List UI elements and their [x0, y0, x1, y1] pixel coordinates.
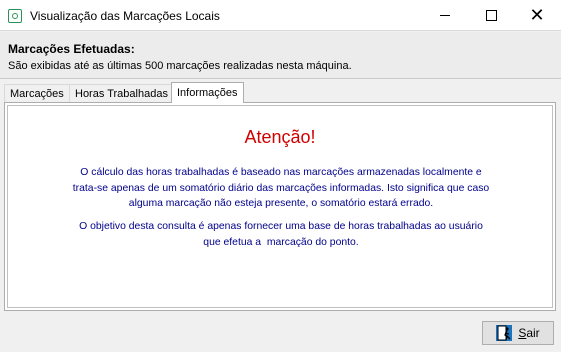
close-icon: ✕ [529, 5, 545, 25]
exit-button-label: Sair [518, 326, 540, 340]
title-bar: Visualização das Marcações Locais ✕ [0, 0, 561, 31]
close-button[interactable]: ✕ [514, 0, 560, 31]
exit-button[interactable]: Sair [482, 321, 554, 345]
info-panel: Atenção! O cálculo das horas trabalhadas… [7, 105, 553, 308]
attention-heading: Atenção! [244, 127, 316, 147]
bottom-bar: Sair [0, 312, 561, 352]
tab-horas-trabalhadas[interactable]: Horas Trabalhadas [69, 84, 174, 102]
info-line: O objetivo desta consulta é apenas forne… [79, 221, 483, 232]
minimize-button[interactable] [422, 0, 468, 31]
info-line: O cálculo das horas trabalhadas é basead… [80, 167, 482, 178]
tab-content-panel: Atenção! O cálculo das horas trabalhadas… [4, 102, 556, 311]
header-panel: Marcações Efetuadas: São exibidas até as… [0, 32, 561, 79]
maximize-button[interactable] [468, 0, 514, 31]
header-title: Marcações Efetuadas: [8, 42, 135, 56]
tab-informacoes[interactable]: Informações [171, 82, 244, 103]
tab-marcacoes[interactable]: Marcações [4, 84, 70, 102]
info-line: alguma marcação não esteja presente, o s… [128, 198, 434, 209]
header-subtitle: São exibidas até as últimas 500 marcaçõe… [8, 60, 352, 72]
info-line: que efetua a marcação do ponto. [203, 236, 359, 248]
info-line: trata-se apenas de um somatório diário d… [72, 182, 490, 194]
info-paragraph-1: O cálculo das horas trabalhadas é basead… [48, 165, 514, 212]
app-icon [8, 9, 22, 23]
exit-door-icon [496, 325, 513, 341]
maximize-icon [485, 10, 497, 21]
info-paragraph-2: O objetivo desta consulta é apenas forne… [48, 219, 514, 250]
minimize-icon [440, 15, 450, 16]
window-title: Visualização das Marcações Locais [30, 9, 220, 23]
